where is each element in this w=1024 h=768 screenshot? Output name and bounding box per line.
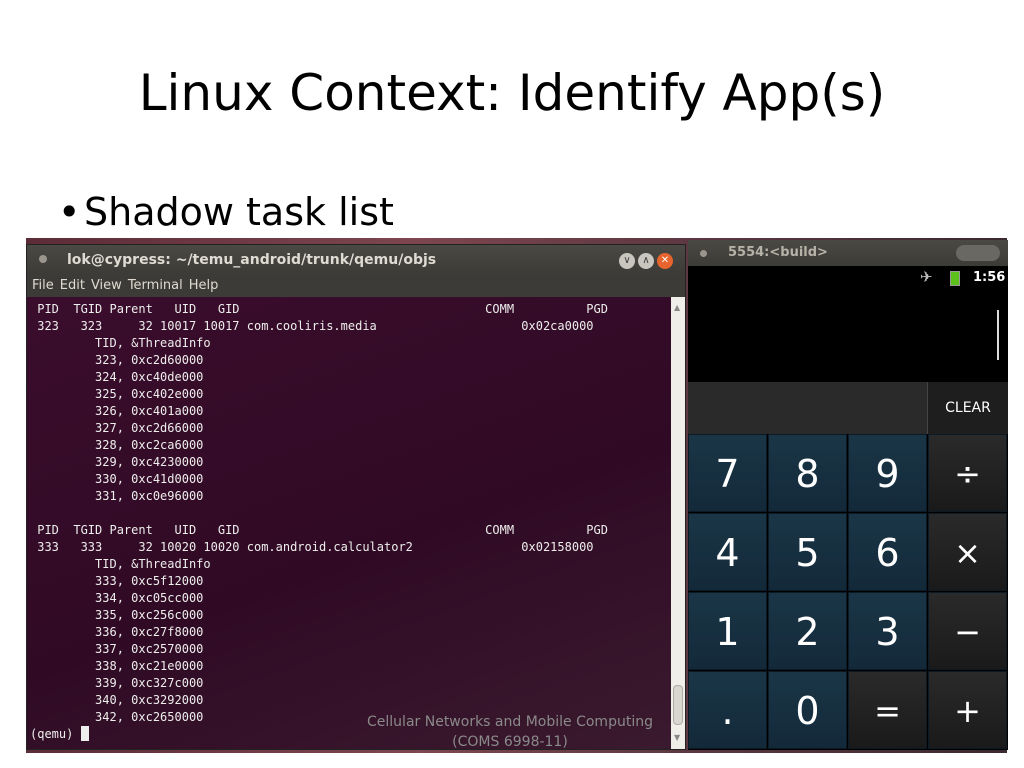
android-status-bar: ✈ 1:56 <box>688 266 1008 290</box>
key-7[interactable]: 7 <box>688 434 767 512</box>
status-time: 1:56 <box>973 270 1006 285</box>
calculator-keypad: 7 8 9 ÷ 4 5 6 × 1 2 3 − . 0 = + <box>688 434 1008 750</box>
window-menu-icon[interactable] <box>700 250 707 257</box>
battery-icon <box>950 271 960 286</box>
menu-view[interactable]: View <box>91 278 122 293</box>
key-multiply[interactable]: × <box>928 513 1007 591</box>
text-cursor <box>80 726 89 741</box>
slide-footer: Cellular Networks and Mobile Computing (… <box>360 712 660 752</box>
footer-course-code: (COMS 6998-11) <box>452 734 568 750</box>
key-3[interactable]: 3 <box>848 592 927 670</box>
terminal-titlebar[interactable]: lok@cypress: ~/temu_android/trunk/qemu/o… <box>27 245 685 275</box>
task-list-output: PID TGID Parent UID GID COMM PGD 323 323… <box>37 302 608 724</box>
bullet-text: Shadow task list <box>84 190 394 234</box>
qemu-prompt: (qemu) <box>30 727 81 741</box>
key-5[interactable]: 5 <box>768 513 847 591</box>
minimize-icon[interactable]: ∨ <box>619 253 635 269</box>
scroll-up-icon[interactable]: ▲ <box>674 303 680 312</box>
menu-edit[interactable]: Edit <box>60 278 85 293</box>
bullet-dot: • <box>58 190 81 234</box>
terminal-scrollbar[interactable]: ▲ ▼ <box>671 297 685 749</box>
emulator-titlebar[interactable]: 5554:<build> <box>688 240 1008 266</box>
key-minus[interactable]: − <box>928 592 1007 670</box>
bullet-item: •Shadow task list <box>58 190 394 234</box>
terminal-menubar: File Edit View Terminal Help <box>27 275 685 297</box>
scroll-down-icon[interactable]: ▼ <box>674 733 680 742</box>
slide-title: Linux Context: Identify App(s) <box>138 64 886 122</box>
terminal-output-area[interactable]: PID TGID Parent UID GID COMM PGD 323 323… <box>27 297 671 749</box>
clear-button[interactable]: CLEAR <box>927 382 1008 434</box>
calculator-clear-row: CLEAR <box>688 382 1008 434</box>
scrollbar-thumb[interactable] <box>673 685 683 725</box>
key-divide[interactable]: ÷ <box>928 434 1007 512</box>
terminal-window: lok@cypress: ~/temu_android/trunk/qemu/o… <box>26 244 686 750</box>
key-1[interactable]: 1 <box>688 592 767 670</box>
key-0[interactable]: 0 <box>768 671 847 749</box>
terminal-title: lok@cypress: ~/temu_android/trunk/qemu/o… <box>67 252 437 268</box>
menu-terminal[interactable]: Terminal <box>128 278 183 293</box>
maximize-icon[interactable]: ∧ <box>638 253 654 269</box>
calculator-display <box>688 290 1008 382</box>
airplane-icon: ✈ <box>920 268 933 286</box>
footer-course-name: Cellular Networks and Mobile Computing <box>367 714 653 730</box>
terminal-output: PID TGID Parent UID GID COMM PGD 323 323… <box>30 301 608 743</box>
key-plus[interactable]: + <box>928 671 1007 749</box>
menu-help[interactable]: Help <box>189 278 219 293</box>
key-equals[interactable]: = <box>848 671 927 749</box>
key-decimal[interactable]: . <box>688 671 767 749</box>
display-caret <box>997 310 999 360</box>
emulator-title: 5554:<build> <box>728 245 828 260</box>
window-menu-icon[interactable] <box>39 255 47 263</box>
key-4[interactable]: 4 <box>688 513 767 591</box>
key-6[interactable]: 6 <box>848 513 927 591</box>
menu-file[interactable]: File <box>32 278 54 293</box>
android-emulator-window: 5554:<build> ✈ 1:56 CLEAR 7 8 9 ÷ 4 5 6 … <box>688 240 1008 750</box>
key-9[interactable]: 9 <box>848 434 927 512</box>
key-2[interactable]: 2 <box>768 592 847 670</box>
window-controls[interactable] <box>956 245 1000 261</box>
key-8[interactable]: 8 <box>768 434 847 512</box>
close-icon[interactable]: ✕ <box>657 253 673 269</box>
